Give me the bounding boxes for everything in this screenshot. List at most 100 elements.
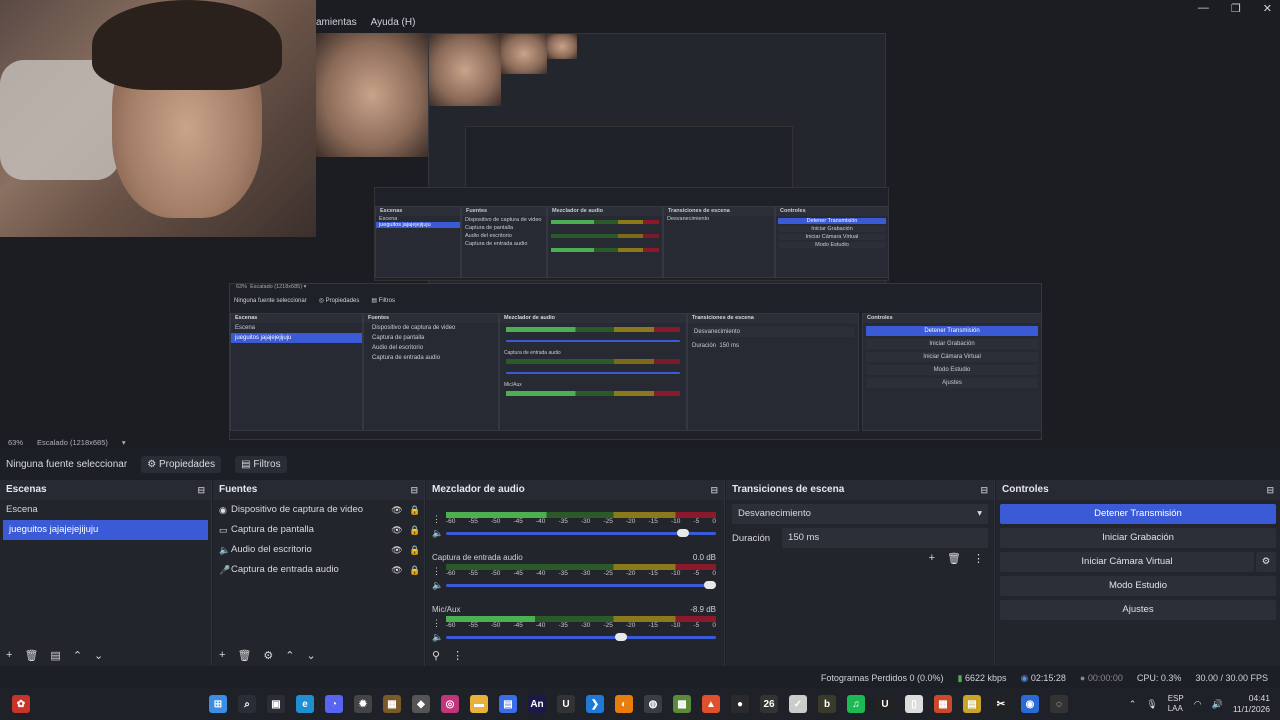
maximize-icon[interactable]: ❐ [1231, 2, 1241, 15]
scene-item-selected[interactable]: jueguitos jajajejejijuju [3, 520, 208, 540]
volume-slider[interactable] [446, 633, 716, 641]
widgets-icon[interactable]: ✿ [12, 695, 30, 713]
settings-button[interactable]: Ajustes [1000, 600, 1276, 620]
add-icon[interactable]: + [6, 649, 12, 661]
capcut-icon[interactable]: ✂ [992, 695, 1010, 713]
more-icon[interactable]: ⋮ [452, 649, 463, 662]
minimize-icon[interactable]: — [1198, 2, 1209, 15]
edge-icon[interactable]: e [296, 695, 314, 713]
app-icon-4[interactable]: ◉ [1021, 695, 1039, 713]
speaker-icon[interactable]: 🔈 [432, 580, 443, 591]
volume-icon[interactable]: 🔊 [1212, 699, 1223, 710]
instagram-icon[interactable]: ◎ [441, 695, 459, 713]
eye-icon[interactable]: 👁 [388, 520, 406, 540]
lock-icon[interactable]: 🔒 [406, 500, 424, 520]
store-icon[interactable]: ▤ [499, 695, 517, 713]
trash-icon[interactable]: 🗑 [24, 649, 38, 662]
trash-icon[interactable]: 🗑 [237, 649, 251, 662]
link-icon[interactable]: ⚲ [432, 649, 440, 662]
menu-item-tools[interactable]: amientas [316, 17, 357, 31]
discord-icon[interactable]: ◔ [325, 695, 343, 713]
scale-dropdown-icon[interactable]: ▾ [122, 438, 126, 447]
notes-icon[interactable]: ▤ [963, 695, 981, 713]
check-icon[interactable]: ✓ [789, 695, 807, 713]
source-item[interactable]: 🔈 Audio del escritorio 👁 🔒 [213, 540, 424, 560]
volume-slider[interactable] [446, 529, 716, 537]
gear-icon[interactable]: ⚙ [263, 649, 273, 662]
move-up-icon[interactable]: ⌃ [73, 649, 82, 662]
volume-knob[interactable] [614, 633, 627, 641]
brave-icon[interactable]: ▲ [702, 695, 720, 713]
more-icon[interactable]: ⋮ [973, 552, 984, 565]
eye-icon[interactable]: 👁 [388, 500, 406, 520]
unreal-icon[interactable]: U [876, 695, 894, 713]
volume-knob[interactable] [704, 581, 716, 589]
file-icon[interactable]: ▯ [905, 695, 923, 713]
properties-button[interactable]: ⚙ Propiedades [141, 455, 222, 473]
app-26-icon[interactable]: 26 [760, 695, 778, 713]
minecraft-launcher-icon[interactable]: ▩ [673, 695, 691, 713]
stop-streaming-button[interactable]: Detener Transmisión [1000, 504, 1276, 524]
app-icon[interactable]: ◆ [412, 695, 430, 713]
filter-icon[interactable]: ▤ [50, 649, 60, 662]
duration-input[interactable]: 150 ms [782, 528, 988, 548]
menu-item-help[interactable]: Ayuda (H) [371, 17, 416, 31]
windows-start-icon[interactable]: ⊞ [209, 695, 227, 713]
folder-icon[interactable]: ▬ [470, 695, 488, 713]
start-virtual-camera-button[interactable]: Iniciar Cámara Virtual [1000, 552, 1254, 572]
app-icon-3[interactable]: ▦ [934, 695, 952, 713]
microphone-icon[interactable]: 🎙 [1146, 699, 1157, 710]
stream-preview[interactable]: amientas Ayuda (H) — ❐ ✕ Escenas Escena ju… [0, 0, 1280, 448]
move-up-icon[interactable]: ⌃ [285, 649, 294, 662]
lock-icon[interactable]: 🔒 [406, 560, 424, 580]
minecraft-icon[interactable]: ▦ [383, 695, 401, 713]
speaker-icon[interactable]: 🔈 [432, 528, 443, 539]
dock-menu-icon[interactable]: ⊟ [1266, 480, 1274, 500]
ue-icon[interactable]: U [557, 695, 575, 713]
eye-icon[interactable]: 👁 [388, 560, 406, 580]
obs-icon[interactable]: ◌ [1050, 695, 1068, 713]
task-view-icon[interactable]: ▣ [267, 695, 285, 713]
source-item[interactable]: ◉ Dispositivo de captura de video 👁 🔒 [213, 500, 424, 520]
transition-select[interactable]: Desvanecimiento ▾ [732, 504, 988, 524]
scale-mode[interactable]: Escalado (1218x685) [37, 438, 108, 447]
gpu-icon[interactable]: ● [731, 695, 749, 713]
source-item[interactable]: ▭ Captura de pantalla 👁 🔒 [213, 520, 424, 540]
dock-menu-icon[interactable]: ⊟ [197, 480, 205, 500]
vscode-icon[interactable]: ❯ [586, 695, 604, 713]
close-icon[interactable]: ✕ [1263, 2, 1272, 15]
studio-mode-button[interactable]: Modo Estudio [1000, 576, 1276, 596]
scene-item[interactable]: Escena [0, 500, 211, 520]
volume-knob[interactable] [677, 529, 689, 537]
lock-icon[interactable]: 🔒 [406, 540, 424, 560]
animate-icon[interactable]: An [528, 695, 546, 713]
dock-menu-icon[interactable]: ⊟ [410, 480, 418, 500]
add-icon[interactable]: + [219, 649, 225, 661]
settings-icon[interactable]: ✹ [354, 695, 372, 713]
clock[interactable]: 04:41 11/1/2026 [1233, 693, 1270, 715]
virtual-camera-settings-icon[interactable]: ⚙ [1256, 552, 1276, 572]
move-down-icon[interactable]: ⌄ [94, 649, 103, 662]
search-icon[interactable]: ⌕ [238, 695, 256, 713]
app-icon-2[interactable]: b [818, 695, 836, 713]
filters-button[interactable]: ▤ Filtros [235, 455, 287, 473]
spotify-icon[interactable]: ♫ [847, 695, 865, 713]
wifi-icon[interactable]: ◠ [1194, 699, 1202, 710]
channel-menu-icon[interactable]: ⋮ [432, 566, 441, 577]
source-item[interactable]: 🎤 Captura de entrada audio 👁 🔒 [213, 560, 424, 580]
start-recording-button[interactable]: Iniciar Grabación [1000, 528, 1276, 548]
speaker-icon[interactable]: 🔈 [432, 632, 443, 643]
lock-icon[interactable]: 🔒 [406, 520, 424, 540]
dock-menu-icon[interactable]: ⊟ [980, 480, 988, 500]
add-icon[interactable]: + [929, 552, 935, 565]
volume-slider[interactable] [446, 581, 716, 589]
channel-menu-icon[interactable]: ⋮ [432, 618, 441, 629]
dock-menu-icon[interactable]: ⊟ [710, 480, 718, 500]
trash-icon[interactable]: 🗑 [947, 552, 961, 565]
eye-icon[interactable]: 👁 [388, 540, 406, 560]
move-down-icon[interactable]: ⌄ [307, 649, 316, 662]
language-indicator[interactable]: ESP LAA [1168, 694, 1184, 714]
steam-icon[interactable]: ◍ [644, 695, 662, 713]
blender-icon[interactable]: ◐ [615, 695, 633, 713]
chevron-up-icon[interactable]: ⌃ [1129, 699, 1137, 710]
